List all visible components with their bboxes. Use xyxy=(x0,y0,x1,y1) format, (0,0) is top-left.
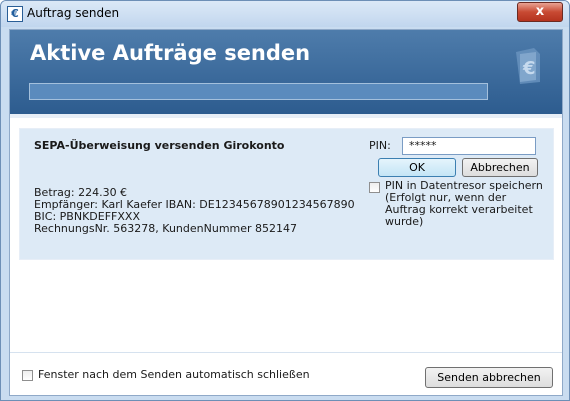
stop-sending-button[interactable]: Senden abbrechen xyxy=(425,367,553,388)
auto-close-label: Fenster nach dem Senden automatisch schl… xyxy=(38,368,310,381)
title-bar[interactable]: € Auftrag senden x xyxy=(1,1,569,27)
close-button[interactable]: x xyxy=(517,2,563,22)
dialog-content: Aktive Aufträge senden € SEPA-Überweisun… xyxy=(9,29,563,396)
euro-app-icon: € xyxy=(7,6,23,22)
ok-button[interactable]: OK xyxy=(378,158,456,177)
order-panel: SEPA-Überweisung versenden Girokonto Bet… xyxy=(19,128,554,260)
euro-document-icon: € xyxy=(516,48,540,84)
footer-divider xyxy=(10,352,562,353)
save-pin-checkbox[interactable] xyxy=(369,182,380,193)
svg-text:€: € xyxy=(522,58,536,79)
progress-bar xyxy=(29,83,488,100)
pin-label: PIN: xyxy=(369,139,391,152)
save-pin-label: PIN in Datentresor speichern (Erfolgt nu… xyxy=(385,179,543,228)
order-reference: RechnungsNr. 563278, KundenNummer 852147 xyxy=(34,222,298,235)
banner-title: Aktive Aufträge senden xyxy=(30,41,311,65)
cancel-button[interactable]: Abbrechen xyxy=(462,158,538,177)
order-details: Betrag: 224.30 € Empfänger: Karl Kaefer … xyxy=(34,187,355,235)
banner-divider xyxy=(10,114,562,118)
pin-input[interactable]: ***** xyxy=(402,137,536,155)
header-banner: Aktive Aufträge senden € xyxy=(10,30,562,114)
window-title: Auftrag senden xyxy=(27,6,120,20)
auto-close-checkbox[interactable] xyxy=(22,370,33,381)
dialog-window: € Auftrag senden x Aktive Aufträge sende… xyxy=(0,0,570,401)
order-title: SEPA-Überweisung versenden Girokonto xyxy=(34,139,285,152)
